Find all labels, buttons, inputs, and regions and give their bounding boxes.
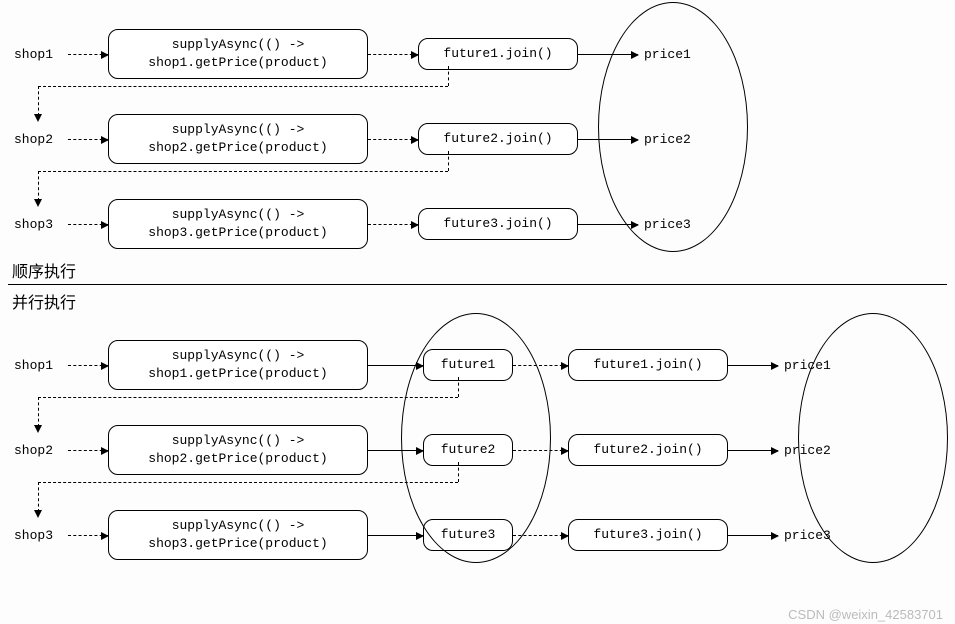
connector <box>38 86 448 87</box>
code-line: supplyAsync(() -> <box>172 348 305 363</box>
sequential-diagram: shop1 supplyAsync(() -> shop1.getPrice(p… <box>8 8 947 238</box>
code-line: supplyAsync(() -> <box>172 207 305 222</box>
future-box: future3 <box>423 519 513 551</box>
seq-row-2: shop2 supplyAsync(() -> shop2.getPrice(p… <box>8 111 708 167</box>
code-line: supplyAsync(() -> <box>172 122 305 137</box>
section-divider <box>8 284 947 285</box>
connector <box>38 397 39 427</box>
join-box: future3.join() <box>418 208 578 240</box>
code-line: supplyAsync(() -> <box>172 518 305 533</box>
connector <box>38 171 39 201</box>
supply-box: supplyAsync(() -> shop3.getPrice(product… <box>108 199 368 249</box>
join-box: future2.join() <box>568 434 728 466</box>
price-label: price1 <box>638 47 708 62</box>
shop-label: shop1 <box>8 358 68 373</box>
shop-label: shop3 <box>8 217 68 232</box>
shop-label: shop2 <box>8 443 68 458</box>
code-line: shop1.getPrice(product) <box>148 55 327 70</box>
par-row-1: shop1 supplyAsync(() -> shop1.getPrice(p… <box>8 337 848 393</box>
shop-label: shop3 <box>8 528 68 543</box>
join-box: future3.join() <box>568 519 728 551</box>
connector <box>38 171 448 172</box>
supply-box: supplyAsync(() -> shop1.getPrice(product… <box>108 340 368 390</box>
connector <box>448 66 449 86</box>
connector <box>458 462 459 482</box>
price-label: price3 <box>778 528 848 543</box>
price-label: price2 <box>778 443 848 458</box>
arrowhead-icon <box>34 199 42 207</box>
par-row-3: shop3 supplyAsync(() -> shop3.getPrice(p… <box>8 507 848 563</box>
price-label: price3 <box>638 217 708 232</box>
join-box: future1.join() <box>418 38 578 70</box>
parallel-caption: 并行执行 <box>12 289 947 313</box>
shop-label: shop1 <box>8 47 68 62</box>
join-box: future1.join() <box>568 349 728 381</box>
connector <box>38 397 458 398</box>
supply-box: supplyAsync(() -> shop2.getPrice(product… <box>108 425 368 475</box>
code-line: shop1.getPrice(product) <box>148 366 327 381</box>
par-row-2: shop2 supplyAsync(() -> shop2.getPrice(p… <box>8 422 848 478</box>
price-label: price1 <box>778 358 848 373</box>
supply-box: supplyAsync(() -> shop1.getPrice(product… <box>108 29 368 79</box>
code-line: supplyAsync(() -> <box>172 37 305 52</box>
code-line: shop2.getPrice(product) <box>148 140 327 155</box>
code-line: supplyAsync(() -> <box>172 433 305 448</box>
code-line: shop3.getPrice(product) <box>148 536 327 551</box>
arrowhead-icon <box>34 425 42 433</box>
connector <box>38 482 458 483</box>
arrowhead-icon <box>34 510 42 518</box>
sequential-caption: 顺序执行 <box>12 258 947 282</box>
price-label: price2 <box>638 132 708 147</box>
connector <box>38 86 39 116</box>
connector <box>448 151 449 171</box>
arrowhead-icon <box>34 114 42 122</box>
connector <box>38 482 39 512</box>
join-box: future2.join() <box>418 123 578 155</box>
shop-label: shop2 <box>8 132 68 147</box>
seq-row-1: shop1 supplyAsync(() -> shop1.getPrice(p… <box>8 26 708 82</box>
watermark: CSDN @weixin_42583701 <box>788 607 943 622</box>
seq-row-3: shop3 supplyAsync(() -> shop3.getPrice(p… <box>8 196 708 252</box>
supply-box: supplyAsync(() -> shop2.getPrice(product… <box>108 114 368 164</box>
parallel-diagram: shop1 supplyAsync(() -> shop1.getPrice(p… <box>8 319 947 569</box>
connector <box>458 377 459 397</box>
code-line: shop2.getPrice(product) <box>148 451 327 466</box>
supply-box: supplyAsync(() -> shop3.getPrice(product… <box>108 510 368 560</box>
future-box: future1 <box>423 349 513 381</box>
future-box: future2 <box>423 434 513 466</box>
code-line: shop3.getPrice(product) <box>148 225 327 240</box>
